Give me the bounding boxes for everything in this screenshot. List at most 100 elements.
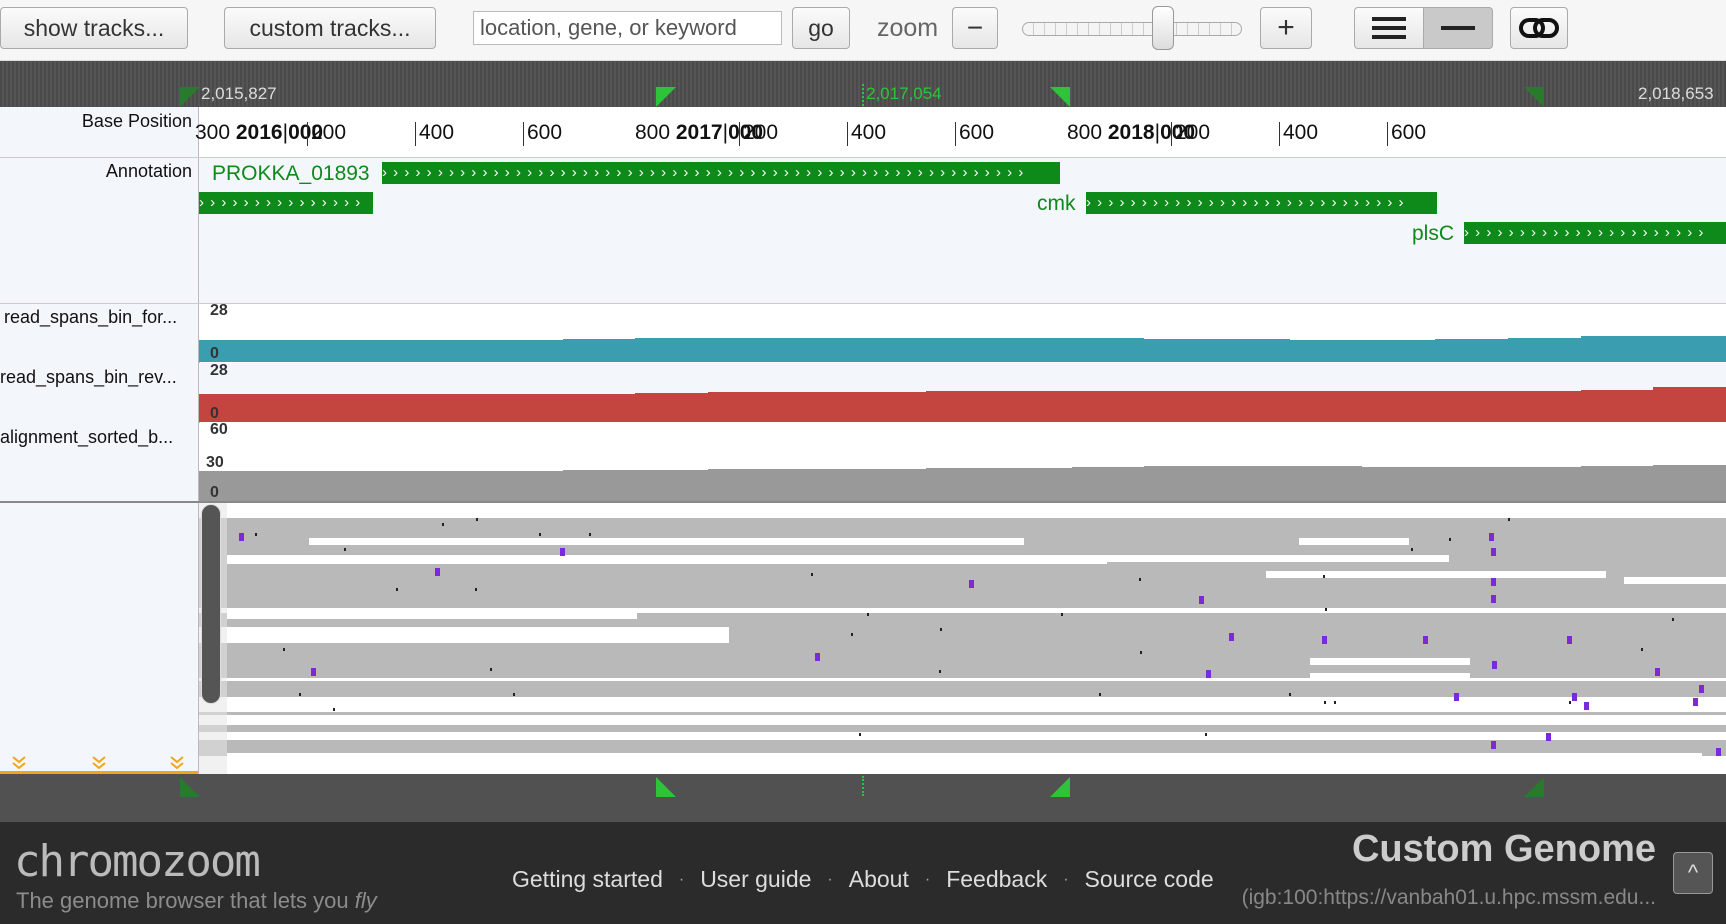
zoom-slider-thumb[interactable] [1151, 6, 1174, 50]
selection-marker-end[interactable] [1050, 87, 1070, 107]
track-label-annotation[interactable]: Annotation [106, 161, 192, 182]
mismatch-mark [1491, 548, 1496, 556]
selection-marker-right[interactable] [1524, 777, 1544, 797]
track-label-alignment[interactable]: alignment_sorted_b... [0, 427, 173, 448]
axis-tick-mark [523, 122, 524, 146]
axis-tick-major: 2017 [670, 121, 723, 144]
axis-tick-minor: 600 [527, 121, 563, 144]
mismatch-mark [1693, 698, 1698, 706]
track-label-forward[interactable]: read_spans_bin_for... [4, 307, 177, 328]
axis-tick-minor: 800 [635, 121, 671, 144]
chromozoom-logo[interactable]: chromozoom [14, 836, 261, 887]
track-labels-column: Base Position Annotation read_spans_bin_… [0, 107, 200, 774]
zoom-label: zoom [877, 14, 939, 42]
alignment-scale-max: 60 [210, 421, 228, 438]
collapse-footer-button[interactable]: ^ [1673, 852, 1713, 894]
alignment-scale-mid: 30 [206, 454, 224, 471]
mismatch-mark [1322, 636, 1327, 644]
track-label-base-position[interactable]: Base Position [82, 111, 192, 132]
base-dot [475, 588, 477, 591]
zoom-slider[interactable] [1022, 22, 1242, 36]
expand-chevrons-icon[interactable] [12, 755, 26, 769]
base-dot [589, 533, 591, 536]
link-separator: · [924, 870, 931, 888]
link-button[interactable] [1510, 7, 1568, 49]
base-dot [811, 573, 813, 576]
custom-tracks-button[interactable]: custom tracks... [224, 7, 436, 49]
mismatch-mark [1699, 685, 1704, 693]
axis-tick-minor: 400 [851, 121, 887, 144]
read-gap [1310, 658, 1470, 665]
read-gap [227, 611, 637, 619]
axis-tick-major: 2016 [230, 121, 283, 144]
mismatch-mark [1584, 702, 1589, 710]
gene-feature-prokka[interactable]: › › › › › › › › › › › › › › › › › › › › … [382, 162, 1060, 184]
axis-tick-minor: 300 [195, 121, 231, 144]
gene-feature-plsc[interactable]: › › › › › › › › › › › › › › › › › › › › … [1464, 222, 1726, 244]
base-dot [255, 533, 257, 536]
link-separator: · [678, 870, 685, 888]
mismatch-mark [1546, 733, 1551, 741]
base-dot [539, 533, 541, 536]
mismatch-mark [969, 580, 974, 588]
genome-source: (igb:100:https://vanbah01.u.hpc.mssm.edu… [1241, 886, 1656, 909]
axis-tick-label: 400 [1283, 121, 1318, 145]
base-dot [940, 628, 942, 631]
link-source-code[interactable]: Source code [1085, 866, 1214, 893]
track-label-reverse[interactable]: read_spans_bin_rev... [0, 367, 177, 388]
link-user-guide[interactable]: User guide [700, 866, 811, 893]
mismatch-mark [1489, 533, 1494, 541]
base-dot [1289, 693, 1291, 696]
selection-marker-left[interactable] [180, 777, 200, 797]
base-dot [513, 693, 515, 696]
link-icon [1519, 18, 1559, 38]
feature-label: PROKKA_01893 [212, 162, 370, 185]
alignment-reads-pileup [199, 518, 1726, 760]
reads-scrollbar-thumb[interactable] [201, 504, 221, 704]
compact-view-button[interactable] [1423, 7, 1493, 49]
link-about[interactable]: About [849, 866, 909, 893]
gene-feature-unnamed[interactable]: › › › › › › › › › › › › › › › [199, 192, 373, 214]
selection-marker-start[interactable] [656, 87, 676, 107]
base-dot [1325, 608, 1327, 611]
base-dot [1140, 651, 1142, 654]
base-dot [442, 523, 444, 526]
show-tracks-button[interactable]: show tracks... [0, 7, 188, 49]
mismatch-mark [311, 668, 316, 676]
go-button[interactable]: go [792, 7, 850, 49]
axis-tick-mark [1279, 122, 1280, 146]
selection-marker-start[interactable] [656, 777, 676, 797]
base-dot [490, 668, 492, 671]
selection-marker-end[interactable] [1050, 777, 1070, 797]
selection-marker-right[interactable] [1524, 87, 1544, 107]
zoom-in-button[interactable]: + [1260, 7, 1312, 49]
link-getting-started[interactable]: Getting started [512, 866, 663, 893]
search-input[interactable] [473, 11, 782, 45]
tagline-text: The genome browser that lets you [16, 888, 349, 913]
base-dot [1205, 733, 1207, 736]
base-dot [867, 613, 869, 616]
zoom-out-button[interactable]: − [952, 7, 998, 49]
base-dot [1449, 538, 1451, 541]
expand-chevrons-icon[interactable] [170, 755, 184, 769]
base-dot [396, 588, 398, 591]
mismatch-mark [239, 533, 244, 541]
reverse-scale-max: 28 [210, 362, 228, 379]
axis-tick-minor: 200 [743, 121, 779, 144]
axis-tick-label: 600 [1391, 121, 1426, 145]
link-feedback[interactable]: Feedback [946, 866, 1047, 893]
expanded-view-button[interactable] [1354, 7, 1424, 49]
axis-tick-major: 2018 [1102, 121, 1155, 144]
selection-marker-left[interactable] [180, 87, 200, 107]
hamburger-icon [1372, 17, 1406, 39]
axis-tick-mark [847, 122, 848, 146]
axis-tick-mark [1387, 122, 1388, 146]
reverse-coverage-plot [199, 387, 1726, 422]
axis-tick-minor: 400 [1283, 121, 1319, 144]
base-dot [1411, 548, 1413, 551]
link-separator: · [1063, 870, 1069, 888]
alignment-scale-min: 0 [210, 484, 219, 501]
mismatch-mark [1655, 668, 1660, 676]
expand-chevrons-icon[interactable] [92, 755, 106, 769]
gene-feature-cmk[interactable]: › › › › › › › › › › › › › › › › › › › › … [1086, 192, 1437, 214]
